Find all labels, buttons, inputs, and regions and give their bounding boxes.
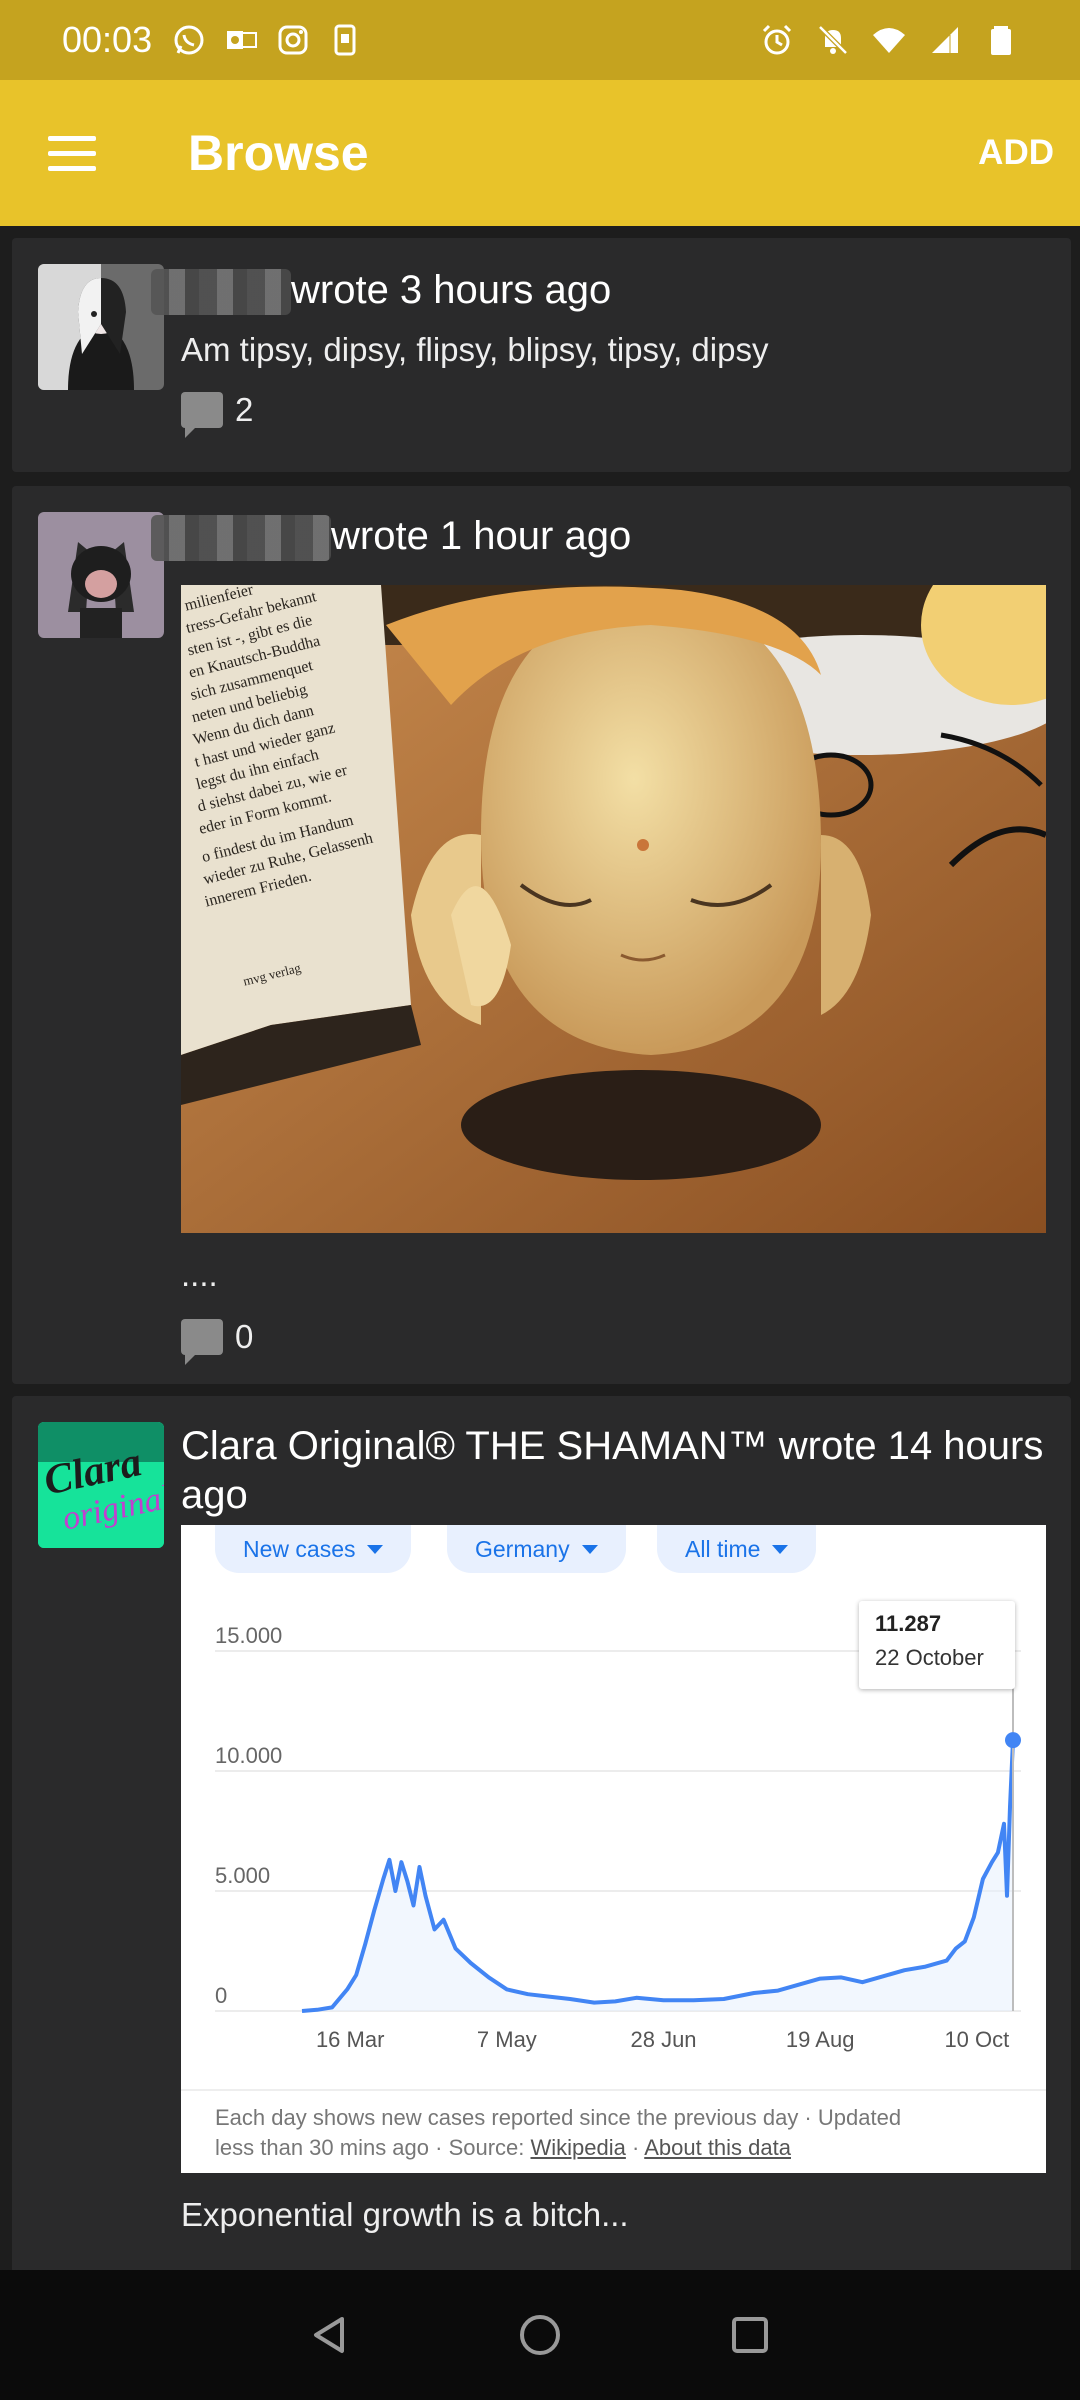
- author-name[interactable]: Clara Original® THE SHAMAN™: [181, 1424, 768, 1468]
- post-card[interactable]: Clara original Clara Original® THE SHAMA…: [12, 1396, 1071, 2270]
- sim-icon: [334, 24, 356, 56]
- y-tick-label: 10.000: [215, 1743, 282, 1768]
- status-bar: 00:03: [0, 0, 1080, 80]
- post-card[interactable]: wrote 3 hours ago Am tipsy, dipsy, flips…: [12, 238, 1071, 472]
- avatar[interactable]: Clara original: [38, 1422, 164, 1548]
- comment-count: 2: [235, 391, 254, 429]
- comments-button[interactable]: 2: [181, 391, 1046, 439]
- post-author-line: wrote 1 hour ago: [151, 512, 1046, 562]
- status-time: 00:03: [62, 19, 153, 60]
- feed[interactable]: wrote 3 hours ago Am tipsy, dipsy, flips…: [0, 226, 1080, 2270]
- mute-icon: [818, 25, 848, 55]
- x-tick-label: 28 Jun: [630, 2027, 696, 2052]
- tooltip: 11.287 22 October: [859, 1601, 1015, 1689]
- blurred-username: [151, 515, 331, 562]
- y-tick-label: 5.000: [215, 1863, 270, 1888]
- post-image-chart[interactable]: New cases Germany All time 0 5.000 10.000 1…: [181, 1525, 1046, 2173]
- post-image[interactable]: milienfeier tress-Gefahr bekannt sten is…: [181, 585, 1046, 1233]
- blurred-username: [151, 269, 291, 316]
- system-nav-bar: [0, 2270, 1080, 2400]
- about-data-link: About this data: [644, 2135, 791, 2160]
- add-button[interactable]: ADD: [978, 133, 1054, 173]
- post-timestamp: wrote 3 hours ago: [291, 268, 612, 312]
- x-tick-label: 7 May: [477, 2027, 537, 2052]
- battery-icon: [991, 26, 1011, 55]
- footer-source: less than 30 mins ago · Source: Wikipedi…: [215, 2135, 791, 2160]
- recents-icon[interactable]: [710, 2295, 790, 2375]
- chart-footer: Each day shows new cases reported since …: [181, 2089, 1046, 2173]
- comments-button[interactable]: 0: [181, 1318, 254, 1365]
- wikipedia-link: Wikipedia: [530, 2135, 626, 2160]
- data-point-latest: [1005, 1732, 1021, 1749]
- home-icon[interactable]: [500, 2295, 580, 2375]
- whatsapp-icon: [174, 25, 204, 55]
- comment-icon: [181, 392, 223, 439]
- menu-icon[interactable]: [22, 103, 122, 203]
- back-icon[interactable]: [290, 2295, 370, 2375]
- y-tick-label: 15.000: [215, 1623, 282, 1648]
- post-text: Am tipsy, dipsy, flipsy, blipsy, tipsy, …: [181, 331, 769, 369]
- avatar[interactable]: [38, 512, 164, 638]
- tooltip-value: 11.287: [875, 1611, 942, 1636]
- post-text: Exponential growth is a bitch...: [181, 2196, 629, 2233]
- x-tick-label: 16 Mar: [316, 2027, 384, 2052]
- post-author-line: Clara Original® THE SHAMAN™ wrote 14 hou…: [181, 1422, 1046, 1520]
- x-tick-label: 10 Oct: [944, 2027, 1009, 2052]
- x-tick-label: 19 Aug: [786, 2027, 855, 2052]
- outlook-icon: [227, 31, 258, 49]
- comment-icon: [181, 1319, 223, 1365]
- post-text: ....: [181, 1256, 218, 1293]
- wifi-icon: [873, 28, 905, 53]
- avatar[interactable]: [38, 264, 164, 390]
- app-bar: Browse ADD: [0, 80, 1080, 226]
- post-author-line: wrote 3 hours ago: [151, 266, 1046, 316]
- instagram-icon: [278, 25, 308, 55]
- post-timestamp: wrote 1 hour ago: [331, 514, 632, 558]
- signal-icon: [932, 27, 958, 53]
- tooltip-date: 22 October: [875, 1645, 984, 1670]
- comment-count: 0: [235, 1318, 254, 1355]
- y-tick-label: 0: [215, 1983, 227, 2008]
- post-card[interactable]: wrote 1 hour ago milienfeier tress-Gefah…: [12, 486, 1071, 1384]
- alarm-icon: [762, 24, 792, 55]
- page-title: Browse: [188, 125, 369, 181]
- footer-text: Each day shows new cases reported since …: [215, 2105, 902, 2130]
